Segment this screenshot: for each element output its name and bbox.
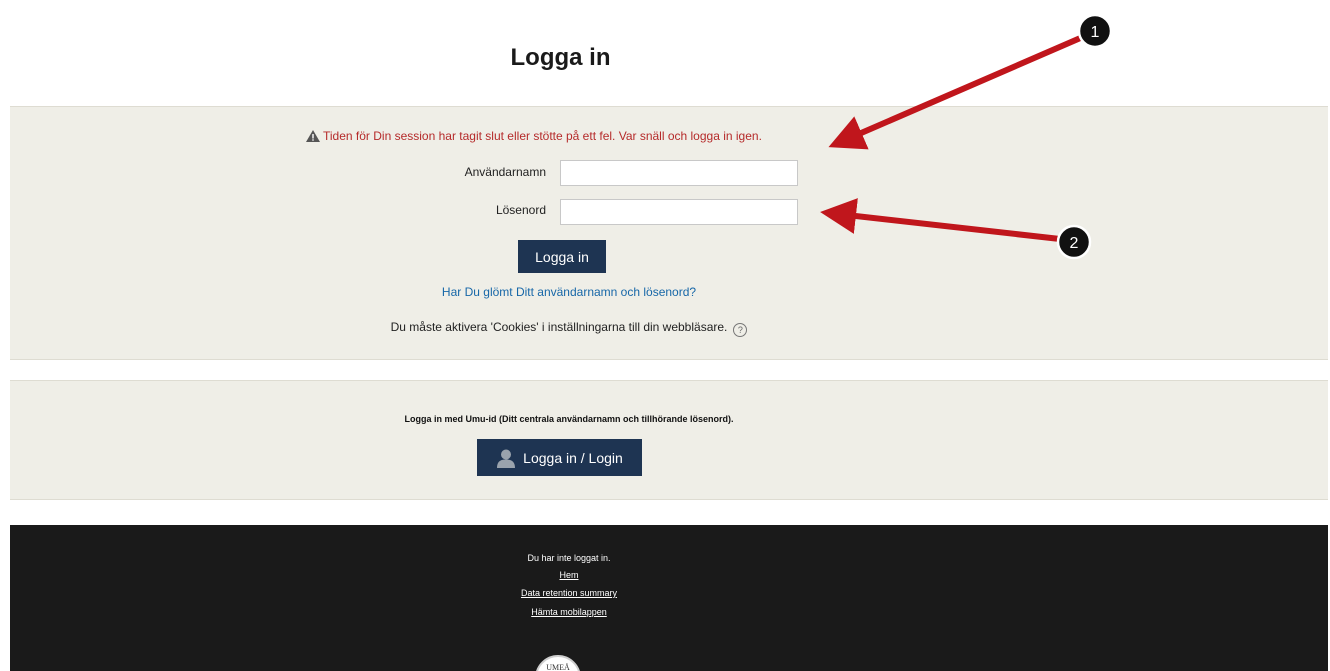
umu-description: Logga in med Umu-id (Ditt centrala använ… <box>404 414 734 424</box>
mobile-app-link[interactable]: Hämta mobilappen <box>10 607 1128 617</box>
username-label: Användarnamn <box>464 165 546 179</box>
home-link[interactable]: Hem <box>10 570 1128 580</box>
password-label: Lösenord <box>495 203 546 217</box>
data-retention-link[interactable]: Data retention summary <box>10 588 1128 598</box>
umu-login-button[interactable]: Logga in / Login <box>477 439 642 476</box>
login-panel: Tiden för Din session har tagit slut ell… <box>10 106 1328 360</box>
footer: Du har inte loggat in. Hem Data retentio… <box>10 525 1328 671</box>
login-status: Du har inte loggat in. <box>527 553 611 563</box>
cookies-notice: Du måste aktivera 'Cookies' i inställnin… <box>10 320 1128 337</box>
university-seal: UMEÅ <box>535 655 581 671</box>
username-input[interactable] <box>560 160 798 186</box>
password-input[interactable] <box>560 199 798 225</box>
annotation-marker-1: 1 <box>1077 13 1113 49</box>
cookies-notice-text: Du måste aktivera 'Cookies' i inställnin… <box>390 320 728 334</box>
user-icon <box>496 448 516 468</box>
help-icon[interactable]: ? <box>733 323 748 337</box>
login-button[interactable]: Logga in <box>518 240 606 273</box>
umu-login-label: Logga in / Login <box>523 449 623 466</box>
forgot-password-link[interactable]: Har Du glömt Ditt användarnamn och lösen… <box>10 285 1128 299</box>
session-error-text: Tiden för Din session har tagit slut ell… <box>323 129 762 143</box>
session-error: Tiden för Din session har tagit slut ell… <box>306 129 836 145</box>
annotation-marker-1-label: 1 <box>1091 24 1100 41</box>
warning-icon <box>306 130 320 145</box>
page-title: Logga in <box>510 44 611 71</box>
umu-login-panel: Logga in med Umu-id (Ditt centrala använ… <box>10 380 1328 500</box>
